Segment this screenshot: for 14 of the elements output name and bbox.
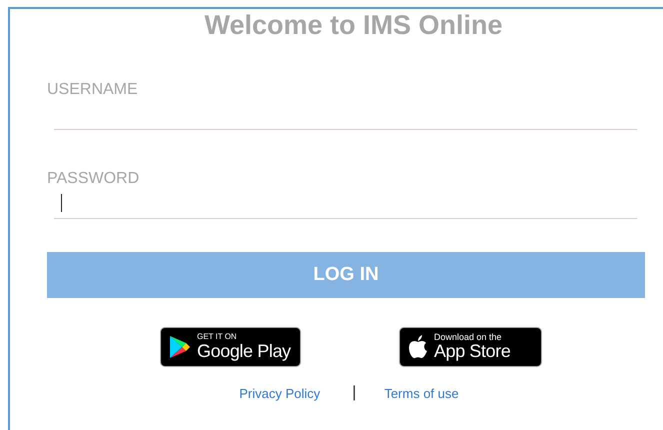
badge-caption: Download on the bbox=[434, 332, 503, 342]
terms-link[interactable]: Terms of use bbox=[384, 386, 459, 400]
privacy-link[interactable]: Privacy Policy bbox=[239, 386, 320, 400]
app-store-badge[interactable]: Download on the App Store bbox=[399, 327, 542, 367]
page-title: Welcome to IMS Online bbox=[203, 10, 503, 41]
badge-caption: GET IT ON bbox=[197, 333, 238, 342]
field-label: PASSWORD bbox=[47, 170, 140, 188]
separator: | bbox=[352, 384, 356, 402]
google-play-badge[interactable]: GET IT ON Google Play bbox=[160, 327, 301, 367]
field-label: USERNAME bbox=[47, 81, 138, 99]
store-name: App Store bbox=[434, 342, 510, 362]
play-icon bbox=[169, 335, 191, 359]
store-name: Google Play bbox=[197, 342, 291, 361]
apple-icon bbox=[408, 335, 428, 359]
